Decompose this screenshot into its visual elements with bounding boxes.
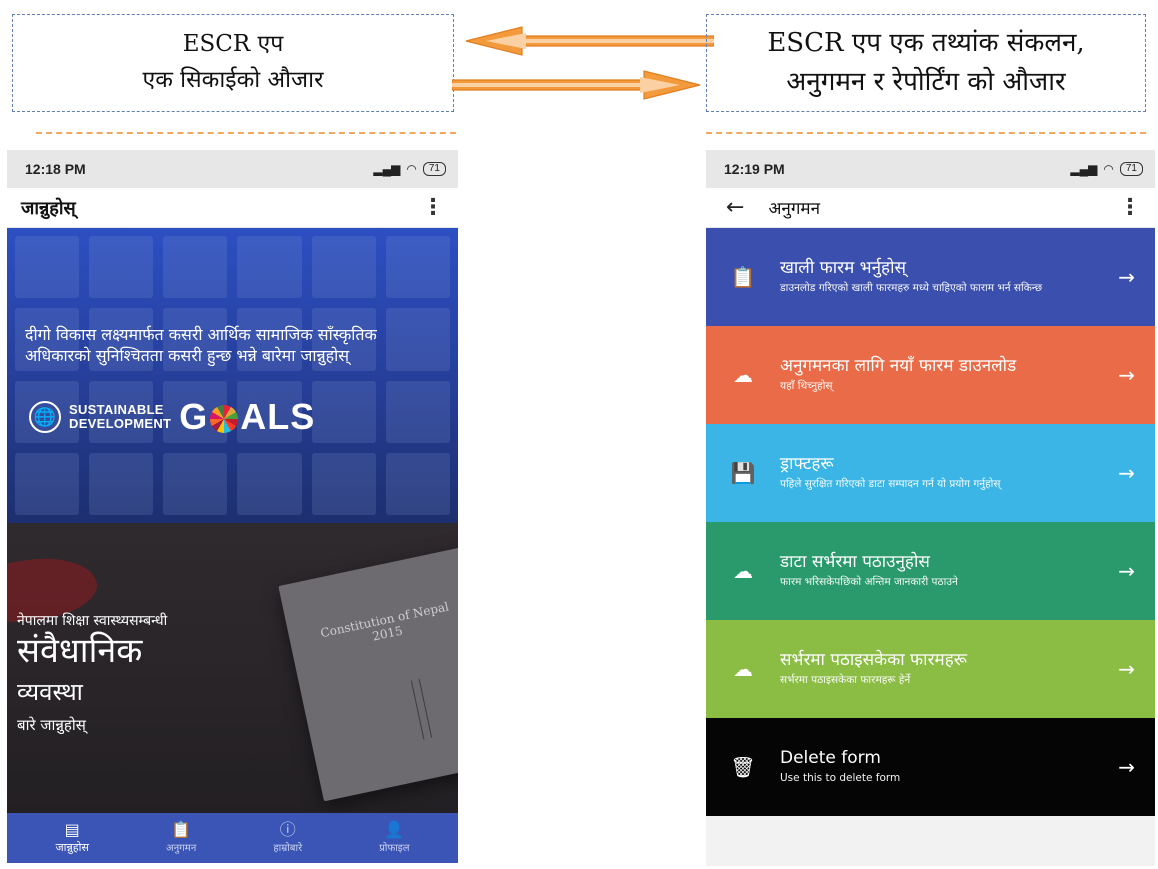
nav-profile[interactable]: 👤 प्रोफाइल <box>379 820 410 855</box>
wifi-icon: ◠ <box>1103 162 1114 176</box>
nav-learn-label: जान्नुहोस <box>55 840 89 854</box>
menu-item-title: खाली फारम भर्नुहोस् <box>780 258 906 279</box>
arrow-right-icon: → <box>1118 363 1135 387</box>
caption-left-line1: ESCR एप <box>182 31 284 58</box>
un-emblem-icon: 🌐 <box>29 401 61 433</box>
comparison-figure: ESCR एप एक सिकाईको औजार ESCR एप एक तथ्या… <box>0 0 1158 869</box>
status-time: 12:19 PM <box>724 161 785 177</box>
constitution-banner[interactable]: Constitution of Nepal 2015 नेपालमा शिक्ष… <box>7 523 458 813</box>
book-title: Constitution of Nepal 2015 <box>319 599 451 644</box>
arrow-right-icon: → <box>1118 657 1135 681</box>
sdg-tile-background <box>7 228 458 523</box>
menu-item-title: Delete form <box>780 748 881 769</box>
menu-item-title: डाटा सर्भरमा पठाउनुहोस <box>780 552 930 573</box>
menu-item-title: ड्राफ्टहरू <box>780 454 834 475</box>
cloud-icon: ☁ <box>733 657 753 681</box>
caption-learning-tool: ESCR एप एक सिकाईको औजार <box>12 14 454 112</box>
caption-left-line2: एक सिकाईको औजार <box>142 67 324 93</box>
menu-item-subtitle: Use this to delete form <box>780 772 901 785</box>
status-bar: 12:19 PM ▂▄▆ ◠ 71 <box>706 150 1155 188</box>
separator-left <box>36 132 456 134</box>
arrow-right-icon: → <box>1118 461 1135 485</box>
constitution-heading: संवैधानिक <box>17 631 143 671</box>
constitution-book-image: Constitution of Nepal 2015 <box>278 544 458 802</box>
status-bar: 12:18 PM ▂▄▆ ◠ 71 <box>7 150 458 188</box>
menu-item-send-to-server[interactable]: ☁ डाटा सर्भरमा पठाउनुहोस फारम भरिसकेपछिको … <box>706 522 1155 620</box>
clipboard-icon: 📋 <box>171 820 192 839</box>
menu-item-download-new-form[interactable]: ☁ अनुगमनका लागि नयाँ फारम डाउनलोड यहाँ थिच… <box>706 326 1155 424</box>
menu-item-subtitle: डाउनलोड गरिएको खाली फारमहरु मध्ये चाहिएक… <box>780 282 1043 295</box>
overflow-menu-icon[interactable]: ⋮ <box>1119 196 1141 219</box>
sdg-logo: 🌐 SUSTAINABLE DEVELOPMENT G ALS <box>29 396 315 438</box>
back-arrow-icon[interactable]: ← <box>726 195 744 220</box>
caption-right-line1: ESCR एप एक तथ्यांक संकलन, <box>767 28 1085 58</box>
save-icon: 💾 <box>730 461 756 485</box>
constitution-heading-2: व्यवस्था <box>17 678 83 706</box>
battery-icon: 71 <box>422 162 446 176</box>
action-menu-list: 📋 खाली फारम भर्नुहोस् डाउनलोड गरिएको खाली … <box>706 228 1155 816</box>
clipboard-icon: 📋 <box>730 265 756 289</box>
arrow-right-icon: → <box>1118 559 1135 583</box>
separator-right <box>706 132 1146 134</box>
overflow-menu-icon[interactable]: ⋮ <box>422 196 444 219</box>
sdg-logo-als: ALS <box>240 396 316 437</box>
sdg-banner[interactable]: दीगो विकास लक्ष्यमार्फत कसरी आर्थिक सामा… <box>7 228 458 523</box>
phone-learn-screen: 12:18 PM ▂▄▆ ◠ 71 जान्नुहोस् ⋮ दीगो विका… <box>7 150 458 863</box>
menu-item-sent-forms[interactable]: ☁ सर्भरमा पठाइसकेका फारमहरू सर्भरमा पठाइसक… <box>706 620 1155 718</box>
app-bar: जान्नुहोस् ⋮ <box>7 188 458 228</box>
arrow-left-icon <box>465 26 714 56</box>
constitution-footnote: बारे जान्नुहोस् <box>17 716 86 734</box>
phone-monitoring-screen: 12:19 PM ▂▄▆ ◠ 71 ← अनुगमन ⋮ 📋 खाली फारम … <box>706 150 1155 866</box>
info-icon: ⓘ <box>279 820 296 839</box>
arrow-right-icon: → <box>1118 265 1135 289</box>
nav-profile-label: प्रोफाइल <box>379 843 410 854</box>
sdg-banner-text: दीगो विकास लक्ष्यमार्फत कसरी आर्थिक सामा… <box>25 325 377 366</box>
nav-monitoring[interactable]: 📋 अनुगमन <box>165 820 197 855</box>
sdg-wheel-icon <box>210 405 239 434</box>
profile-icon: 👤 <box>384 820 405 839</box>
nav-about[interactable]: ⓘ हाम्रोबारे <box>273 820 303 855</box>
menu-item-title: सर्भरमा पठाइसकेका फारमहरू <box>780 650 967 671</box>
caption-monitoring-tool: ESCR एप एक तथ्यांक संकलन, अनुगमन र रेपोर… <box>706 14 1146 112</box>
status-time: 12:18 PM <box>25 161 86 177</box>
nav-monitoring-label: अनुगमन <box>165 843 197 854</box>
arrow-right-icon: → <box>1118 755 1135 779</box>
menu-item-subtitle: फारम भरिसकेपछिको अन्तिम जानकारी पठाउने <box>780 576 958 589</box>
menu-item-fill-blank-form[interactable]: 📋 खाली फारम भर्नुहोस् डाउनलोड गरिएको खाली … <box>706 228 1155 326</box>
menu-item-subtitle: यहाँ थिच्नुहोस् <box>780 380 833 393</box>
trash-icon: 🗑 <box>730 755 756 779</box>
arrow-right-icon <box>452 70 701 100</box>
constitution-subtitle: नेपालमा शिक्षा स्वास्थ्यसम्बन्धी <box>17 613 168 629</box>
bottom-nav: ▤ जान्नुहोस 📋 अनुगमन ⓘ हाम्रोबारे 👤 प्रो… <box>7 813 458 863</box>
menu-item-drafts[interactable]: 💾 ड्राफ्टहरू पहिले सुरक्षित गरिएको डाटा सम… <box>706 424 1155 522</box>
page-title: जान्नुहोस् <box>21 197 76 219</box>
menu-item-title: अनुगमनका लागि नयाँ फारम डाउनलोड <box>780 356 1017 377</box>
wifi-icon: ◠ <box>406 162 417 176</box>
menu-item-subtitle: पहिले सुरक्षित गरिएको डाटा सम्पादन गर्न … <box>780 478 1001 491</box>
sdg-logo-g: G <box>179 396 209 437</box>
signal-icon: ▂▄▆ <box>373 162 401 176</box>
nav-about-label: हाम्रोबारे <box>273 843 303 854</box>
sdg-logo-line2: DEVELOPMENT <box>69 416 172 431</box>
signal-icon: ▂▄▆ <box>1070 162 1098 176</box>
menu-item-subtitle: सर्भरमा पठाइसकेका फारमहरू हेर्ने <box>780 674 911 687</box>
cloud-download-icon: ☁ <box>733 363 753 387</box>
book-icon: ▤ <box>64 819 80 839</box>
menu-item-delete-form[interactable]: 🗑 Delete form Use this to delete form → <box>706 718 1155 816</box>
app-bar: ← अनुगमन ⋮ <box>706 188 1155 228</box>
bidirectional-arrows <box>452 26 714 100</box>
page-title: अनुगमन <box>768 199 821 219</box>
nav-learn[interactable]: ▤ जान्नुहोस <box>55 819 89 855</box>
caption-right-line2: अनुगमन र रेपोर्टिंग को औजार <box>786 67 1066 97</box>
cloud-upload-icon: ☁ <box>733 559 753 583</box>
battery-icon: 71 <box>1119 162 1143 176</box>
